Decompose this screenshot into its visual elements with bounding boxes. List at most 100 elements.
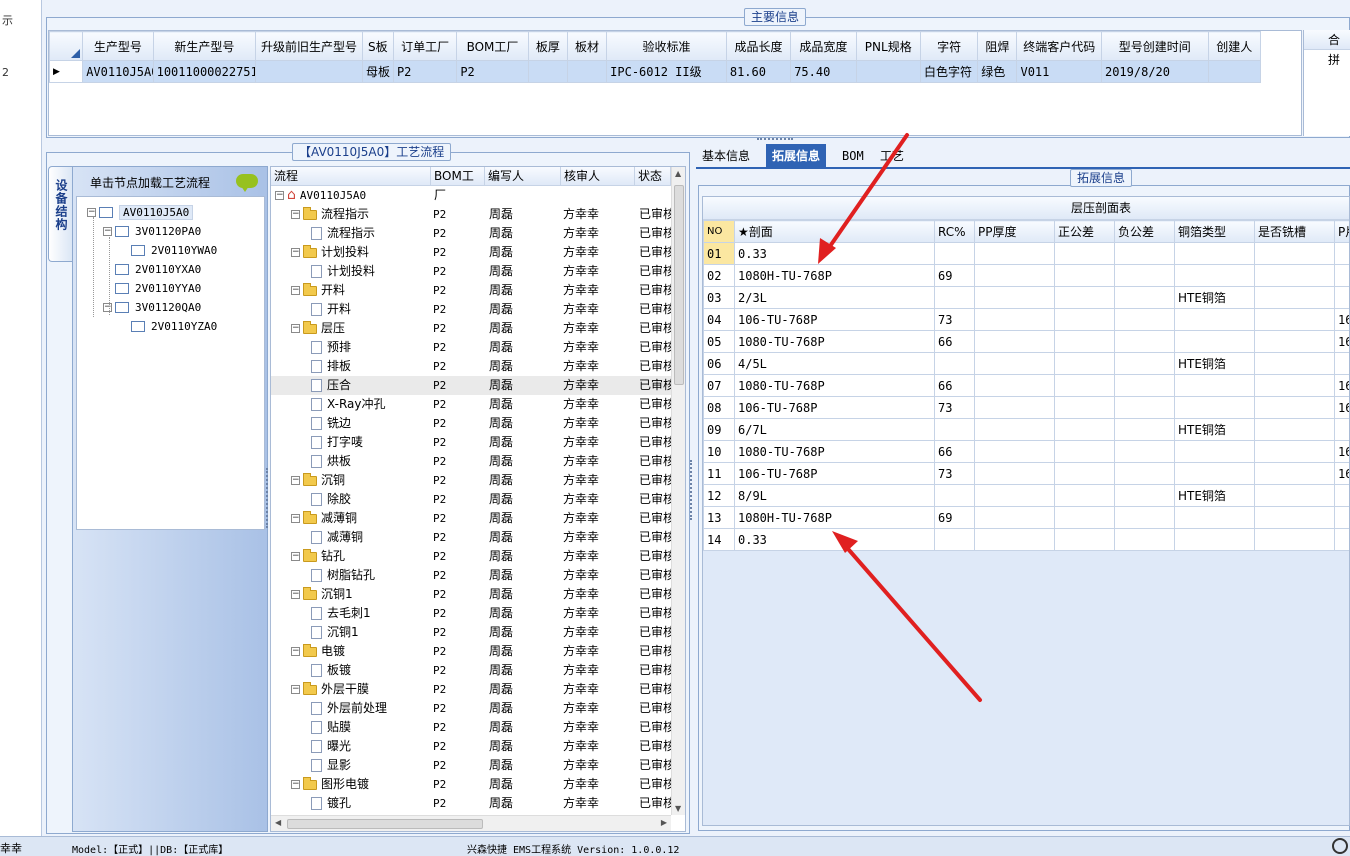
cell[interactable]: 2019/8/20 bbox=[1100, 60, 1209, 83]
table-row[interactable]: 12 8/9L HTE铜箔 bbox=[703, 484, 1349, 507]
cell[interactable] bbox=[934, 286, 975, 309]
cell[interactable] bbox=[1054, 264, 1115, 287]
column-header[interactable]: 新生产型号 bbox=[152, 31, 257, 61]
cell[interactable]: 2/3L bbox=[734, 286, 935, 309]
cell[interactable] bbox=[974, 528, 1055, 551]
table-row[interactable]: 14 0.33 bbox=[703, 528, 1349, 551]
expand-icon[interactable]: − bbox=[291, 210, 300, 219]
process-row[interactable]: −外层干膜P2周磊方幸幸已审核 bbox=[271, 680, 671, 699]
cell[interactable] bbox=[1114, 418, 1175, 441]
process-row[interactable]: 去毛刺1P2周磊方幸幸已审核 bbox=[271, 604, 671, 623]
cell[interactable]: 81.60 bbox=[725, 60, 792, 83]
process-row[interactable]: 贴膜P2周磊方幸幸已审核 bbox=[271, 718, 671, 737]
cell[interactable] bbox=[1054, 418, 1115, 441]
expand-icon[interactable]: − bbox=[291, 248, 300, 257]
cell[interactable] bbox=[1174, 242, 1255, 265]
column-header[interactable]: 验收标准 bbox=[606, 31, 727, 61]
column-header[interactable]: 成品长度 bbox=[725, 31, 792, 61]
table-row[interactable]: 071080-TU-768P66 16 bbox=[703, 374, 1349, 397]
cell[interactable] bbox=[1054, 286, 1115, 309]
process-row[interactable]: 曝光P2周磊方幸幸已审核 bbox=[271, 737, 671, 756]
tab-2[interactable]: BOM bbox=[836, 144, 870, 168]
scroll-down-icon[interactable]: ▼ bbox=[675, 804, 681, 813]
column-header[interactable]: 负公差 bbox=[1114, 220, 1175, 243]
cell[interactable] bbox=[1254, 462, 1335, 485]
column-header[interactable]: 状态 bbox=[635, 167, 671, 186]
cell[interactable] bbox=[1114, 308, 1175, 331]
process-row[interactable]: −流程指示P2周磊方幸幸已审核 bbox=[271, 205, 671, 224]
expand-icon[interactable]: − bbox=[291, 324, 300, 333]
cell[interactable]: 16 bbox=[1334, 330, 1349, 353]
cell[interactable] bbox=[1254, 308, 1335, 331]
cell[interactable] bbox=[1174, 396, 1255, 419]
column-header[interactable]: 成品宽度 bbox=[790, 31, 857, 61]
cell[interactable]: HTE铜箔 bbox=[1174, 286, 1255, 309]
process-row[interactable]: −沉铜P2周磊方幸幸已审核 bbox=[271, 471, 671, 490]
cell[interactable] bbox=[1174, 330, 1255, 353]
cell[interactable]: 母板 bbox=[361, 60, 394, 83]
cell[interactable] bbox=[1054, 462, 1115, 485]
column-header[interactable]: 终端客户代码 bbox=[1016, 31, 1102, 61]
cell[interactable]: V011 bbox=[1016, 60, 1102, 83]
cell[interactable] bbox=[255, 60, 363, 83]
cell[interactable]: IPC-6012 II级 bbox=[606, 60, 727, 83]
cell[interactable] bbox=[1114, 440, 1175, 463]
cell[interactable]: 1080-TU-768P bbox=[734, 440, 935, 463]
column-header[interactable]: 板厚 bbox=[527, 31, 568, 61]
cell[interactable] bbox=[1254, 374, 1335, 397]
cell[interactable] bbox=[527, 60, 568, 83]
cell[interactable] bbox=[1334, 286, 1349, 309]
table-row[interactable]: 06 4/5L HTE铜箔 bbox=[703, 352, 1349, 375]
cell[interactable]: 10 bbox=[703, 440, 735, 463]
cell[interactable]: P2 bbox=[392, 60, 458, 83]
process-row[interactable]: 铣边P2周磊方幸幸已审核 bbox=[271, 414, 671, 433]
cell[interactable] bbox=[934, 352, 975, 375]
column-header[interactable]: RC% bbox=[934, 220, 975, 243]
cell[interactable]: 11 bbox=[703, 462, 735, 485]
cell[interactable]: 12 bbox=[703, 484, 735, 507]
cell[interactable] bbox=[974, 242, 1055, 265]
cell[interactable] bbox=[1114, 396, 1175, 419]
cell[interactable] bbox=[974, 440, 1055, 463]
process-row[interactable]: 打字唛P2周磊方幸幸已审核 bbox=[271, 433, 671, 452]
cell[interactable] bbox=[1114, 264, 1175, 287]
cell[interactable]: 16 bbox=[1334, 462, 1349, 485]
process-row[interactable]: −图形电镀P2周磊方幸幸已审核 bbox=[271, 775, 671, 794]
cell[interactable] bbox=[855, 60, 921, 83]
process-hscroll[interactable]: ◀ ▶ bbox=[271, 815, 671, 831]
cell[interactable] bbox=[974, 396, 1055, 419]
cell[interactable] bbox=[1054, 374, 1115, 397]
process-row[interactable]: −开料P2周磊方幸幸已审核 bbox=[271, 281, 671, 300]
cell[interactable] bbox=[1174, 528, 1255, 551]
cell[interactable] bbox=[974, 484, 1055, 507]
tree-node[interactable]: −2V0110YWA0 bbox=[119, 241, 217, 260]
column-header[interactable]: PP厚度 bbox=[974, 220, 1055, 243]
cell[interactable]: 66 bbox=[934, 374, 975, 397]
tree-node[interactable]: −2V0110YYA0 bbox=[103, 279, 201, 298]
scroll-left-icon[interactable]: ◀ bbox=[275, 818, 281, 827]
cell[interactable] bbox=[1174, 308, 1255, 331]
expand-icon[interactable]: − bbox=[291, 685, 300, 694]
column-header[interactable]: 升级前旧生产型号 bbox=[255, 31, 363, 61]
column-header[interactable]: ★剖面 bbox=[734, 220, 935, 243]
tab-1[interactable]: 拓展信息 bbox=[766, 144, 827, 168]
cell[interactable] bbox=[974, 352, 1055, 375]
process-row[interactable]: 预排P2周磊方幸幸已审核 bbox=[271, 338, 671, 357]
cell[interactable] bbox=[1114, 374, 1175, 397]
expand-icon[interactable]: − bbox=[291, 476, 300, 485]
table-row[interactable]: 01 0.33 bbox=[703, 242, 1349, 265]
table-row[interactable]: 03 2/3L HTE铜箔 bbox=[703, 286, 1349, 309]
column-header[interactable]: BOM工厂 bbox=[456, 31, 529, 61]
table-row[interactable]: 101080-TU-768P66 16 bbox=[703, 440, 1349, 463]
expand-icon[interactable]: − bbox=[291, 780, 300, 789]
tab-device-structure[interactable]: 设备结构 bbox=[48, 166, 72, 262]
tree-node[interactable]: −2V0110YZA0 bbox=[119, 317, 217, 336]
column-header[interactable]: PNL规格 bbox=[855, 31, 921, 61]
process-row[interactable]: 沉铜1P2周磊方幸幸已审核 bbox=[271, 623, 671, 642]
cell[interactable] bbox=[1254, 418, 1335, 441]
process-row[interactable]: 外层前处理P2周磊方幸幸已审核 bbox=[271, 699, 671, 718]
process-row[interactable]: X-Ray冲孔P2周磊方幸幸已审核 bbox=[271, 395, 671, 414]
cell[interactable]: 69 bbox=[934, 506, 975, 529]
process-row[interactable]: 除胶P2周磊方幸幸已审核 bbox=[271, 490, 671, 509]
cell[interactable]: 16 bbox=[1334, 396, 1349, 419]
